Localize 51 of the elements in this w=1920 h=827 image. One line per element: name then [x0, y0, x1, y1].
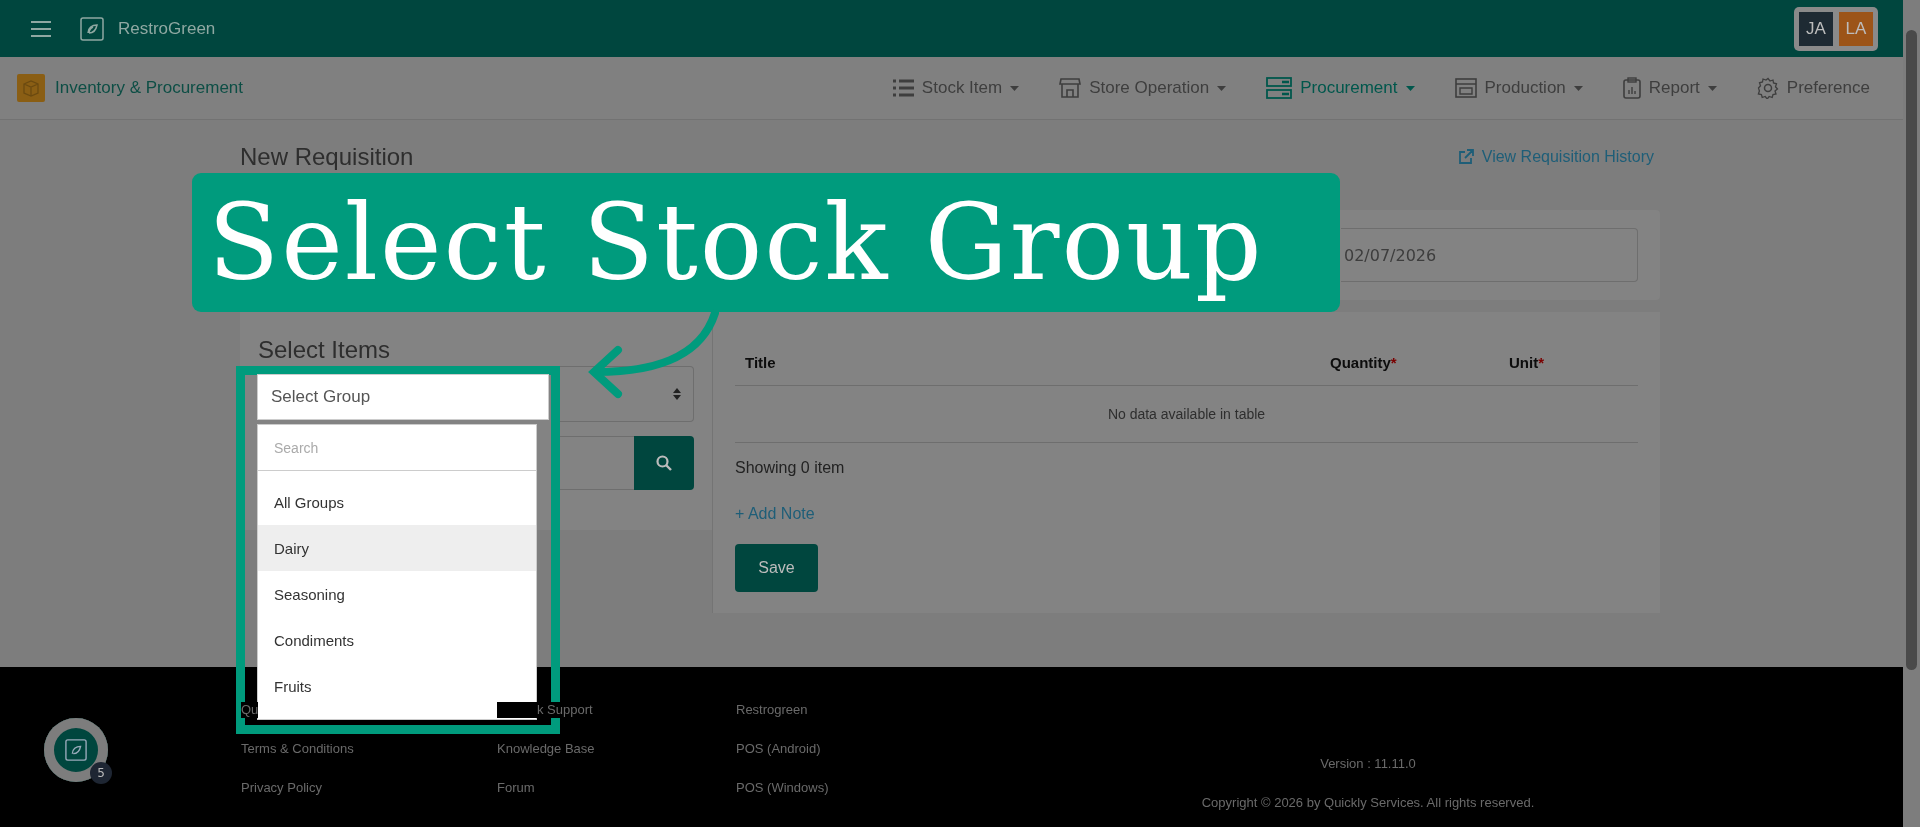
footer-link[interactable]: Qu	[241, 702, 259, 718]
nav-menu[interactable]: Procurement	[1266, 77, 1415, 99]
column-header: Unit*	[1509, 354, 1545, 371]
group-select[interactable]: Select Group	[257, 374, 549, 420]
user-avatar[interactable]: LA	[1839, 11, 1873, 46]
dropdown-option[interactable]: Seasoning	[258, 571, 536, 617]
stacked-boxes-icon	[1266, 77, 1293, 99]
version-text: Version : 11.11.0	[1320, 756, 1416, 772]
scrollbar[interactable]	[1903, 0, 1920, 827]
item-count: Showing 0 item	[735, 458, 845, 477]
settings-icon	[1756, 77, 1779, 99]
nav-menu[interactable]: Preference	[1756, 77, 1870, 99]
dropdown-option[interactable]: All Groups	[258, 479, 536, 525]
search-button[interactable]	[634, 436, 694, 490]
leaf-logo-icon	[65, 739, 87, 761]
footer-link[interactable]: POS (Windows)	[736, 780, 829, 796]
page-title: New Requisition	[240, 144, 414, 170]
footer-link[interactable]: Privacy Policy	[241, 780, 322, 796]
nav-menu[interactable]: Store Operation	[1059, 78, 1227, 98]
column-header: Quantity*	[1330, 354, 1398, 371]
nav-menu[interactable]: Report	[1622, 77, 1717, 99]
dropdown-option[interactable]: Dairy	[258, 525, 536, 571]
store-icon	[1059, 78, 1082, 98]
leaf-logo-icon	[80, 16, 104, 41]
copyright-text: Copyright © 2026 by Quickly Services. All rights reserved.	[1201, 795, 1535, 811]
box-icon	[17, 74, 45, 102]
footer-link[interactable]: Restrogreen	[736, 702, 808, 718]
date-field[interactable]: 02/07/2026	[1341, 228, 1638, 282]
nav-menu[interactable]: Production	[1454, 78, 1583, 98]
nav-menu[interactable]: Stock Item	[891, 78, 1020, 98]
dropdown-option[interactable]: Condiments	[258, 617, 536, 663]
footer-link[interactable]: Knowledge Base	[497, 741, 595, 757]
group-select[interactable]	[560, 366, 694, 422]
save-button[interactable]: Save	[735, 544, 818, 592]
list-icon	[891, 79, 914, 97]
brand-name: RestroGreen	[118, 18, 216, 39]
panel-title: Select Items	[258, 336, 392, 365]
external-link-icon	[1457, 149, 1474, 165]
footer-link[interactable]: k Support	[497, 702, 593, 718]
search-icon	[656, 455, 672, 471]
clipboard-icon	[1622, 77, 1641, 99]
callout-banner: Select Stock Group	[192, 173, 1340, 312]
footer-link[interactable]: POS (Android)	[736, 741, 821, 757]
user-avatar[interactable]: JA	[1799, 11, 1833, 46]
module-title: Inventory & Procurement	[55, 78, 244, 98]
sort-caret-icon	[673, 388, 681, 400]
oven-icon	[1454, 78, 1477, 98]
menu-icon[interactable]	[30, 19, 52, 38]
column-header: Title	[744, 354, 777, 371]
notification-badge: 5	[90, 762, 112, 784]
empty-table-message: No data available in table	[735, 386, 1638, 443]
